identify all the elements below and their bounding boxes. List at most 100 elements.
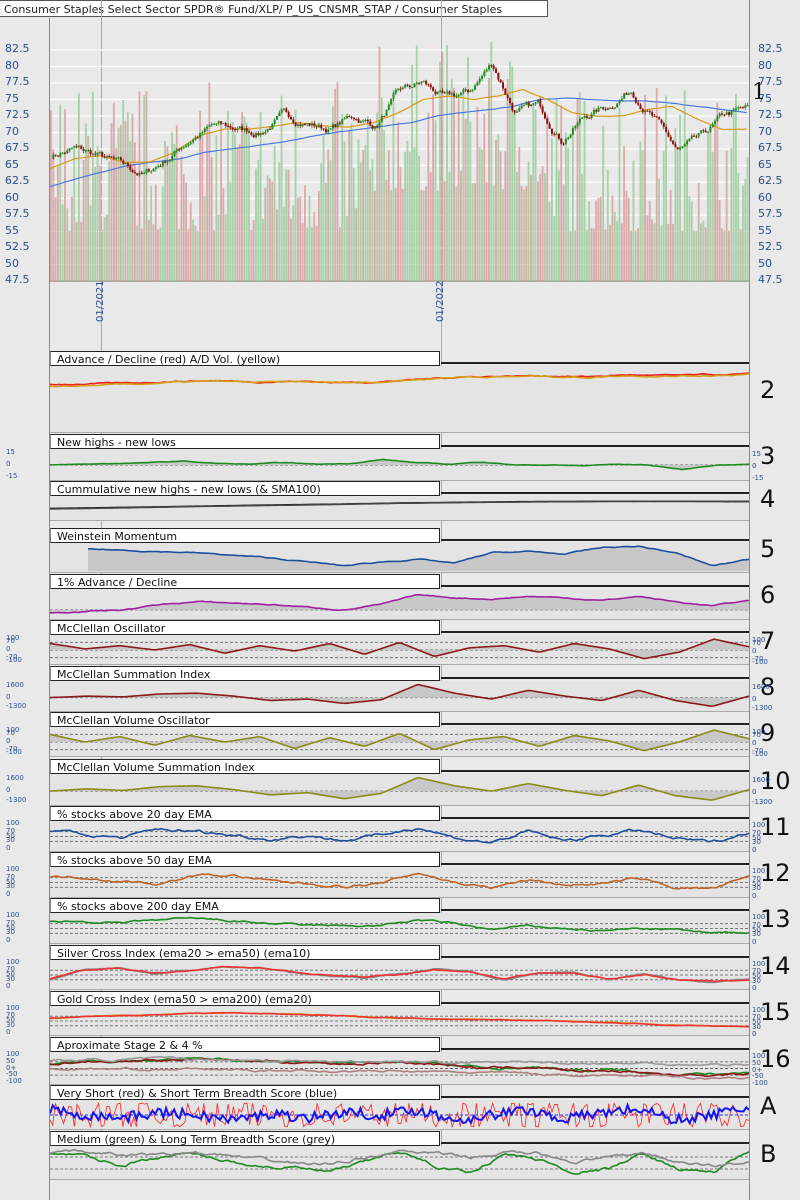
- volume-bar: [124, 121, 127, 281]
- candle: [234, 127, 237, 133]
- panel-11[interactable]: % stocks above 20 day EMA: [50, 806, 749, 852]
- panel-10[interactable]: McClellan Volume Summation Index: [50, 759, 749, 806]
- volume-bar: [387, 149, 390, 281]
- volume-bar: [50, 110, 52, 281]
- volume-bar: [359, 162, 362, 281]
- volume-bar: [373, 190, 376, 281]
- candle: [688, 138, 691, 142]
- volume-bar: [739, 229, 742, 281]
- volume-bar: [721, 228, 723, 281]
- candle: [105, 154, 108, 161]
- volume-bar: [597, 197, 600, 281]
- candle: [495, 66, 498, 74]
- candle: [474, 83, 477, 91]
- candle: [310, 121, 313, 129]
- candle: [627, 92, 630, 96]
- volume-bar: [716, 102, 719, 282]
- candle: [411, 86, 414, 89]
- y-tick-left: 77.5: [5, 75, 30, 88]
- candle: [518, 105, 521, 112]
- panel-16[interactable]: Aproximate Stage 2 & 4 %: [50, 1037, 749, 1085]
- volume-bar: [266, 175, 269, 281]
- y-tick-right: 57.5: [758, 207, 783, 220]
- panel-title: Medium (green) & Long Term Breadth Score…: [50, 1131, 440, 1146]
- volume-bar: [185, 182, 188, 281]
- volume-bar: [674, 127, 677, 281]
- volume-bar: [269, 178, 271, 281]
- right-scale-label: 0: [752, 1029, 757, 1038]
- volume-bar: [702, 220, 705, 281]
- volume-bar: [257, 159, 260, 281]
- volume-bar: [476, 106, 479, 281]
- candle: [362, 119, 365, 124]
- volume-bar: [280, 95, 283, 281]
- candle: [571, 125, 574, 136]
- volume-bar: [366, 116, 369, 281]
- panel-5[interactable]: Weinstein Momentum: [50, 528, 749, 573]
- panel-12[interactable]: % stocks above 50 day EMA: [50, 852, 749, 898]
- volume-bar: [502, 189, 504, 281]
- candle: [681, 146, 684, 149]
- panel-number: 5: [760, 534, 776, 563]
- candle: [602, 106, 605, 111]
- volume-bar: [348, 130, 351, 281]
- volume-bar: [166, 146, 169, 281]
- candle: [283, 108, 285, 112]
- volume-bar: [457, 96, 460, 282]
- volume-bar: [425, 186, 427, 281]
- y-tick-right: 60: [758, 190, 772, 204]
- candle: [313, 120, 316, 129]
- panel-8[interactable]: McClellan Summation Index: [50, 666, 749, 712]
- volume-bar: [485, 182, 488, 281]
- panel-15[interactable]: Gold Cross Index (ema50 > ema200) (ema20…: [50, 991, 749, 1036]
- volume-bar: [327, 149, 330, 281]
- y-tick-right: 65: [758, 157, 772, 171]
- candle: [371, 124, 374, 131]
- volume-bar: [455, 186, 458, 281]
- panel-A[interactable]: Very Short (red) & Short Term Breadth Sc…: [50, 1085, 749, 1130]
- panel-number: 6: [760, 581, 776, 609]
- volume-bar: [390, 189, 393, 281]
- volume-bar: [511, 66, 514, 281]
- volume-bar: [310, 227, 313, 281]
- volume-bar: [82, 159, 85, 281]
- candle: [322, 128, 325, 131]
- panel-7[interactable]: McClellan Oscillator: [50, 620, 749, 665]
- volume-bar: [532, 103, 535, 282]
- volume-bar: [683, 90, 686, 281]
- volume-bar: [693, 230, 695, 281]
- volume-bar: [350, 123, 353, 281]
- panel-4[interactable]: Cummulative new highs - new lows (& SMA1…: [50, 481, 749, 521]
- volume-bar: [182, 174, 185, 281]
- right-scale-label: -15: [752, 473, 764, 482]
- candle: [80, 144, 83, 150]
- volume-bar: [133, 142, 136, 281]
- panel-9[interactable]: McClellan Volume Oscillator: [50, 712, 749, 757]
- volume-bar: [94, 166, 97, 281]
- volume-bar: [283, 207, 285, 281]
- left-scale-label: 0: [6, 786, 11, 795]
- panel-3[interactable]: New highs - new lows: [50, 434, 749, 481]
- volume-bar: [460, 170, 462, 281]
- volume-bar: [206, 126, 208, 282]
- panel-14[interactable]: Silver Cross Index (ema20 > ema50) (ema1…: [50, 945, 749, 990]
- candle: [168, 158, 171, 163]
- panel-B[interactable]: Medium (green) & Long Term Breadth Score…: [50, 1131, 749, 1180]
- y-tick-left: 57.5: [5, 207, 30, 220]
- volume-bar: [259, 111, 262, 281]
- candle: [742, 106, 745, 109]
- panel-6[interactable]: 1% Advance / Decline: [50, 574, 749, 620]
- volume-bar: [308, 195, 311, 281]
- candle: [711, 122, 714, 129]
- panel-2[interactable]: Advance / Decline (red) A/D Vol. (yellow…: [50, 351, 749, 433]
- candle: [697, 132, 700, 139]
- right-scale-label: 0: [752, 462, 757, 470]
- candle: [704, 128, 707, 133]
- panel-13[interactable]: % stocks above 200 day EMA: [50, 898, 749, 944]
- volume-bar: [80, 221, 83, 281]
- volume-bar: [75, 221, 78, 281]
- y-tick-right: 52.5: [758, 240, 783, 253]
- candle: [252, 132, 255, 139]
- candle: [271, 122, 274, 130]
- volume-bar: [525, 185, 528, 281]
